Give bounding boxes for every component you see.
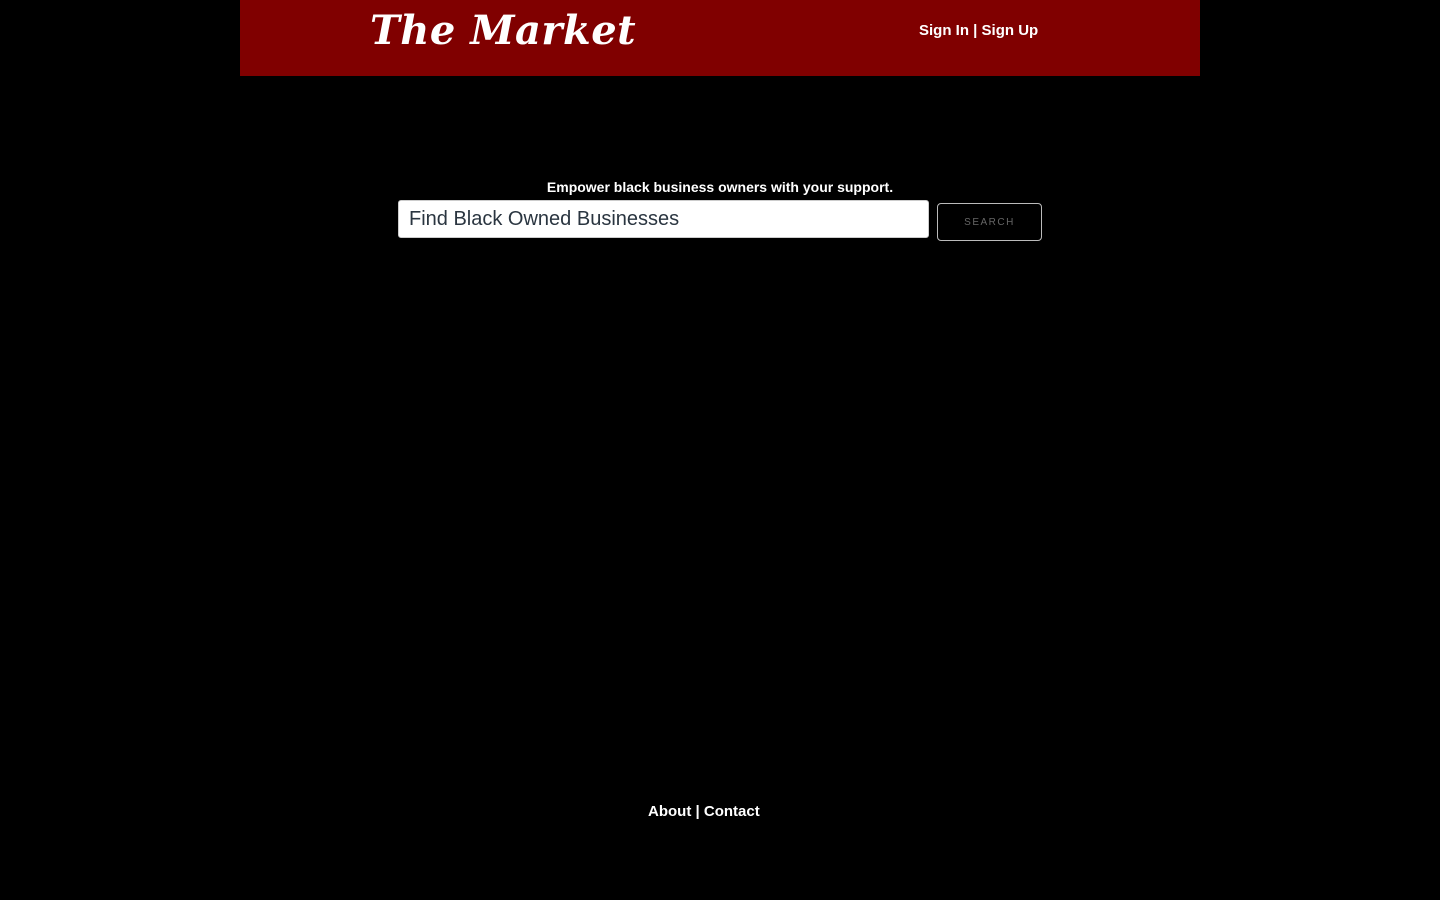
page: The Market Sign In | Sign Up Empower bla… [0,0,1440,900]
sign-in-link[interactable]: Sign In [919,22,969,39]
site-header: The Market Sign In | Sign Up [240,0,1200,76]
auth-nav: Sign In | Sign Up [919,21,1038,41]
site-logo[interactable]: The Market [370,6,636,56]
search-button[interactable]: SEARCH [937,203,1042,241]
contact-link[interactable]: Contact [704,803,760,820]
sign-up-link[interactable]: Sign Up [982,22,1039,39]
hero-tagline: Empower black business owners with your … [546,179,894,195]
about-link[interactable]: About [648,803,691,820]
auth-separator: | [973,22,982,39]
site-footer: About | Contact [648,802,760,822]
footer-separator: | [695,803,704,820]
search-input[interactable] [398,200,929,238]
